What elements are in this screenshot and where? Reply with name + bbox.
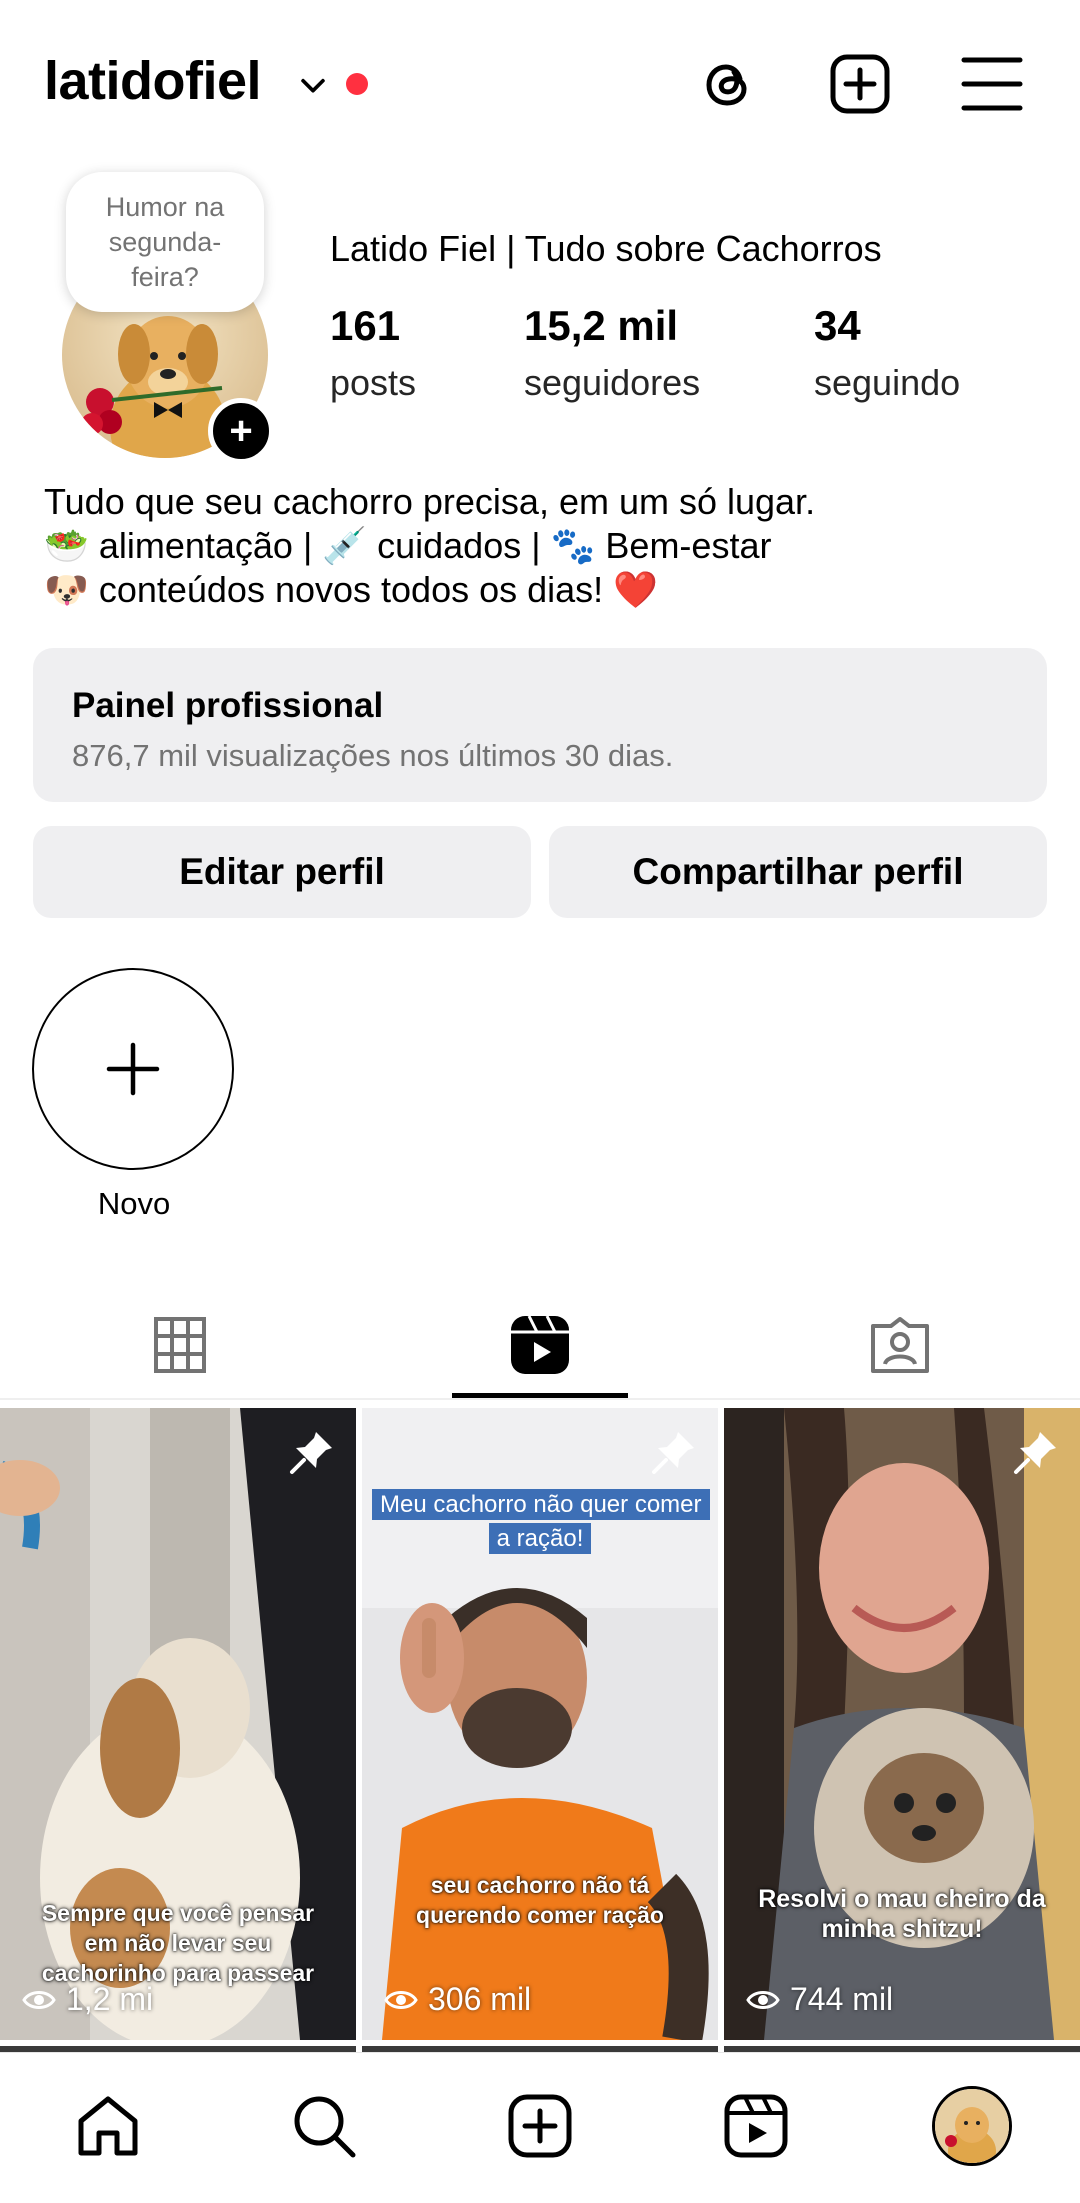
dashboard-title: Painel profissional [72,686,384,725]
dashboard-subtitle: 876,7 mil visualizações nos últimos 30 d… [72,738,674,773]
profile-username[interactable]: latidofiel [44,50,262,112]
followers-label[interactable]: seguidores [524,362,700,404]
nav-search[interactable] [280,2082,368,2170]
notification-dot [346,73,368,95]
reel-caption: Resolvi o mau cheiro da minha shitzu! [758,1885,1046,1943]
nav-profile[interactable] [928,2082,1016,2170]
tab-reels[interactable] [360,1290,720,1400]
reel-top-caption: Meu cachorro não quer comer a ração! [372,1488,710,1556]
eye-icon [384,1990,418,2009]
create-icon [508,2094,572,2158]
pin-icon [652,1432,694,1474]
pin-icon [1014,1432,1056,1474]
reels-icon [511,1315,569,1374]
add-post-icon[interactable] [828,52,892,116]
followers-count[interactable]: 15,2 mil [524,302,678,350]
share-profile-button[interactable]: Compartilhar perfil [549,826,1047,918]
profile-note-bubble[interactable]: Humor na segunda-feira? [66,172,264,312]
tab-divider [0,1398,1080,1400]
new-highlight-button[interactable] [32,968,234,1170]
reels-icon [724,2094,788,2158]
grid-icon [154,1317,206,1373]
reel-tile[interactable]: Sempre que você pensar em não levar seu … [0,1408,356,2040]
edit-profile-button[interactable]: Editar perfil [33,826,531,918]
add-story-button[interactable]: + [208,398,274,464]
search-icon [294,2096,356,2158]
active-tab-indicator [452,1393,628,1398]
profile-full-name: Latido Fiel | Tudo sobre Cachorros [330,228,882,269]
pin-icon [290,1432,332,1474]
reel-views: 744 mil [746,1981,893,2018]
reel-caption: Sempre que você pensar em não levar seu … [41,1900,315,1986]
eye-icon [746,1990,780,2009]
new-highlight-label: Novo [97,1186,171,1221]
threads-icon[interactable] [696,52,760,116]
menu-icon[interactable] [960,52,1024,116]
reel-views: 306 mil [384,1981,531,2018]
posts-count[interactable]: 161 [330,302,400,350]
reel-view-count: 1,2 mi [66,1981,154,2017]
home-icon [78,2096,138,2156]
reel-view-count: 744 mil [790,1981,894,2017]
nav-home[interactable] [64,2082,152,2170]
following-label[interactable]: seguindo [814,362,960,404]
tab-tagged[interactable] [720,1290,1080,1400]
chevron-down-icon[interactable] [296,68,330,102]
tagged-icon [871,1317,929,1373]
reel-views: 1,2 mi [22,1981,153,2018]
nav-reels[interactable] [712,2082,800,2170]
reel-tile[interactable]: Meu cachorro não quer comer a ração! seu… [362,1408,718,2040]
plus-icon [106,1042,160,1096]
bio-line-2: 🥗 alimentação | 💉 cuidados | 🐾 Bem-estar [44,525,772,566]
nav-create[interactable] [496,2082,584,2170]
reel-view-count: 306 mil [428,1981,532,2017]
posts-label[interactable]: posts [330,362,416,404]
eye-icon [22,1990,56,2009]
tab-grid[interactable] [0,1290,360,1400]
reel-caption: seu cachorro não tá querendo comer ração [416,1872,664,1928]
following-count[interactable]: 34 [814,302,861,350]
profile-avatar [932,2086,1012,2166]
reel-tile[interactable]: Resolvi o mau cheiro da minha shitzu! 74… [724,1408,1080,2040]
bio-line-3: 🐶 conteúdos novos todos os dias! ❤️ [44,569,658,610]
bio-line-1: Tudo que seu cachorro precisa, em um só … [44,481,816,522]
